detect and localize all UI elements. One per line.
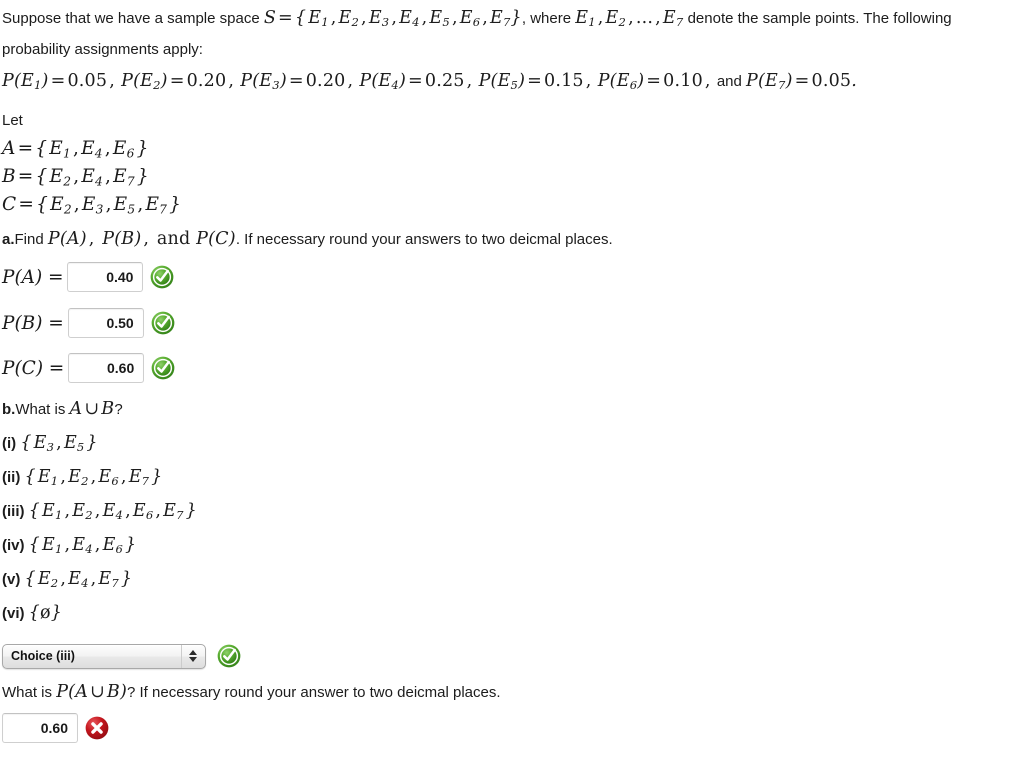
option-vi-key: (vi) — [2, 605, 25, 622]
choice-select[interactable]: Choice (iii) — [2, 643, 206, 669]
green-check-icon — [216, 643, 242, 669]
option-v-key: (v) — [2, 571, 21, 588]
answer-row-pa: P(A) = — [2, 261, 175, 293]
answer-label-pb: P(B) = — [2, 312, 64, 334]
part-a-text-post: . If necessary round your answers to two… — [235, 231, 613, 248]
intro-text-2: , where — [521, 10, 576, 27]
choice-select-value: Choice (iii) — [11, 649, 75, 663]
answer-row-union — [2, 712, 110, 744]
answer-input-pa[interactable] — [67, 262, 144, 292]
probability-assignments-line: P(E1) = 0.05, P(E2) = 0.20, P(E3) = 0.20, P(E4… — [2, 66, 857, 97]
part-b-marker: b. — [2, 401, 16, 418]
option-vi-set: {ø} — [28, 603, 63, 623]
assignment-p6: P(E6) = 0.10, — [597, 71, 711, 93]
answer-label-pa: P(A) = — [2, 266, 64, 288]
option-i: (i) { E3, E5 } — [2, 428, 98, 459]
assignment-p2: P(E2) = 0.20, — [121, 71, 235, 93]
green-check-icon — [150, 355, 176, 381]
answer-input-pb[interactable] — [67, 308, 144, 338]
assignment-p3: P(E3) = 0.20, — [240, 71, 354, 93]
option-iv-key: (iv) — [2, 537, 25, 554]
answer-row-pb: P(B) = — [2, 307, 176, 339]
part-b-text-pre: What is — [15, 401, 70, 418]
answer-input-union[interactable] — [2, 713, 78, 743]
option-iii-set: { E1, E2, E4, E6, E7 } — [28, 501, 197, 523]
option-i-key: (i) — [2, 435, 17, 452]
option-iii: (iii) { E1, E2, E4, E6, E7 } — [2, 496, 197, 527]
intro-sample-points-math: E1, E2,..., E7 — [575, 8, 684, 30]
updown-arrows-icon — [181, 644, 204, 668]
option-iii-key: (iii) — [2, 503, 25, 520]
answer-label-pc: P(C) = — [2, 357, 65, 379]
option-v-set: { E2, E4, E7 } — [24, 569, 133, 591]
part-b-math: A ∪ B — [69, 399, 115, 419]
option-ii-set: { E1, E2, E6, E7 } — [24, 467, 163, 489]
followup-text-post: ? If necessary round your answer to two … — [127, 684, 501, 701]
red-x-icon — [84, 715, 110, 741]
option-ii-key: (ii) — [2, 469, 21, 486]
assignment-p5: P(E5) = 0.15, — [478, 71, 592, 93]
set-definition-c: C ={ E2, E3, E5, E7 } — [2, 194, 182, 217]
part-b-followup-prompt: What is P(A ∪ B)? If necessary round your … — [2, 677, 501, 708]
intro-sample-space-math: S ={ E1, E2, E3, E4, E5, E6, E7} — [263, 8, 522, 30]
option-ii: (ii) { E1, E2, E6, E7 } — [2, 462, 163, 493]
choice-select-wrapper: Choice (iii) — [2, 643, 242, 669]
green-check-icon — [150, 310, 176, 336]
option-v: (v) { E2, E4, E7 } — [2, 564, 132, 595]
option-vi: (vi) {ø} — [2, 598, 62, 629]
option-i-set: { E3, E5 } — [20, 433, 98, 455]
part-a-math: P(A), P(B), and P(C) — [47, 229, 236, 249]
part-a-text-pre: Find — [14, 231, 48, 248]
option-iv-set: { E1, E4, E6 } — [28, 535, 137, 557]
followup-math: P(A ∪ B) — [56, 682, 127, 702]
intro-text-1: Suppose that we have a sample space — [2, 10, 264, 27]
part-b-text-post: ? — [114, 401, 123, 418]
assignment-p4: P(E4) = 0.25, — [359, 71, 473, 93]
answer-input-pc[interactable] — [68, 353, 145, 383]
option-iv: (iv) { E1, E4, E6 } — [2, 530, 136, 561]
problem-page: Suppose that we have a sample space S ={ … — [0, 0, 1024, 759]
part-b-prompt: b.What is A ∪ B? — [2, 394, 123, 425]
green-check-icon — [149, 264, 175, 290]
assignment-p7: P(E7) = 0.05. — [746, 71, 858, 93]
part-a-prompt: a.Find P(A), P(B), and P(C). If necessar… — [2, 224, 613, 255]
assignment-conjunction: and — [712, 73, 747, 90]
let-label: Let — [2, 112, 23, 129]
followup-text-pre: What is — [2, 684, 57, 701]
part-a-marker: a. — [2, 231, 15, 248]
problem-intro-paragraph: Suppose that we have a sample space S ={ … — [2, 3, 1018, 65]
answer-row-pc: P(C) = — [2, 352, 176, 384]
assignment-p1: P(E1) = 0.05, — [2, 71, 115, 93]
